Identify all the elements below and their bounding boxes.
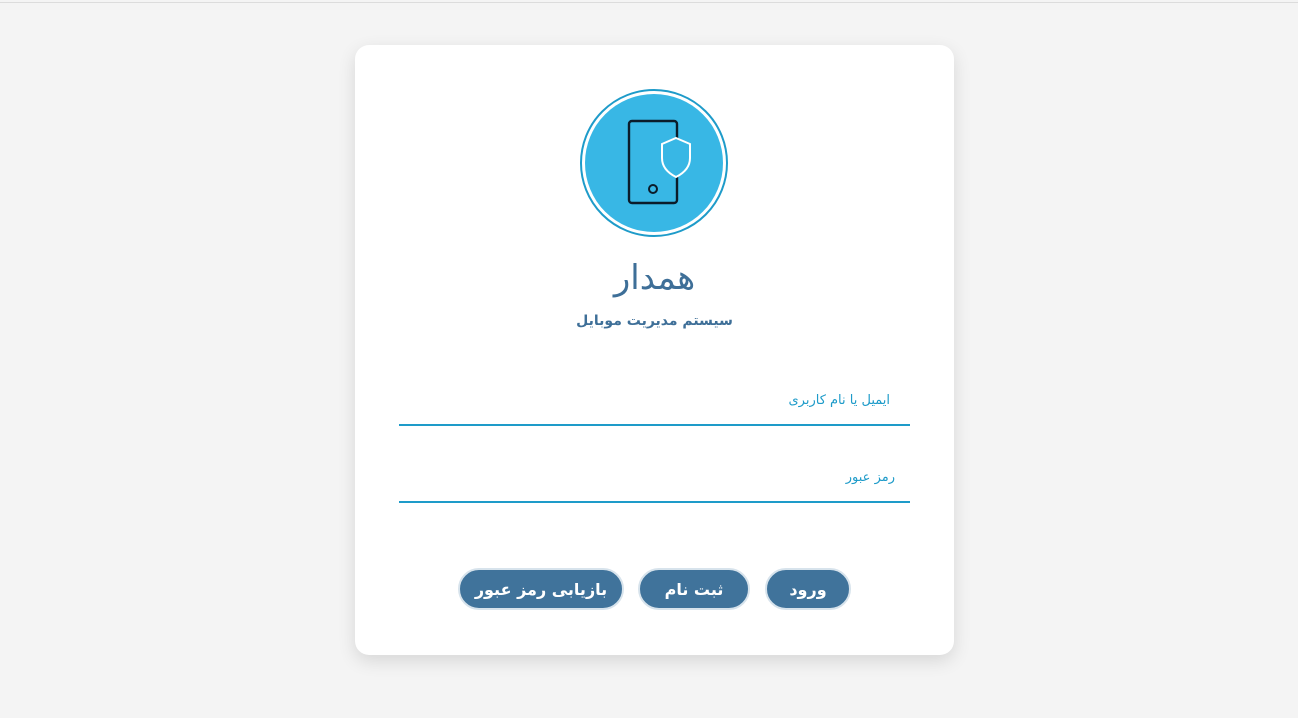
- login-card: همدار سیستم مدیریت موبایل ایمیل یا نام ک…: [355, 45, 954, 655]
- password-field-container: رمز عبور: [399, 465, 914, 503]
- top-divider: [0, 2, 1298, 3]
- email-field-container: ایمیل یا نام کاربری: [399, 388, 914, 426]
- brand-title: همدار: [613, 258, 696, 298]
- login-button[interactable]: ورود: [765, 568, 851, 610]
- email-field[interactable]: [399, 388, 914, 426]
- password-field[interactable]: [399, 465, 914, 503]
- mobile-shield-icon: [627, 119, 691, 205]
- brand-logo: [580, 89, 728, 237]
- register-button[interactable]: ثبت نام: [638, 568, 750, 610]
- recover-password-button[interactable]: بازیابی رمز عبور: [458, 568, 624, 610]
- brand-subtitle: سیستم مدیریت موبایل: [576, 313, 733, 329]
- logo-circle: [585, 94, 723, 232]
